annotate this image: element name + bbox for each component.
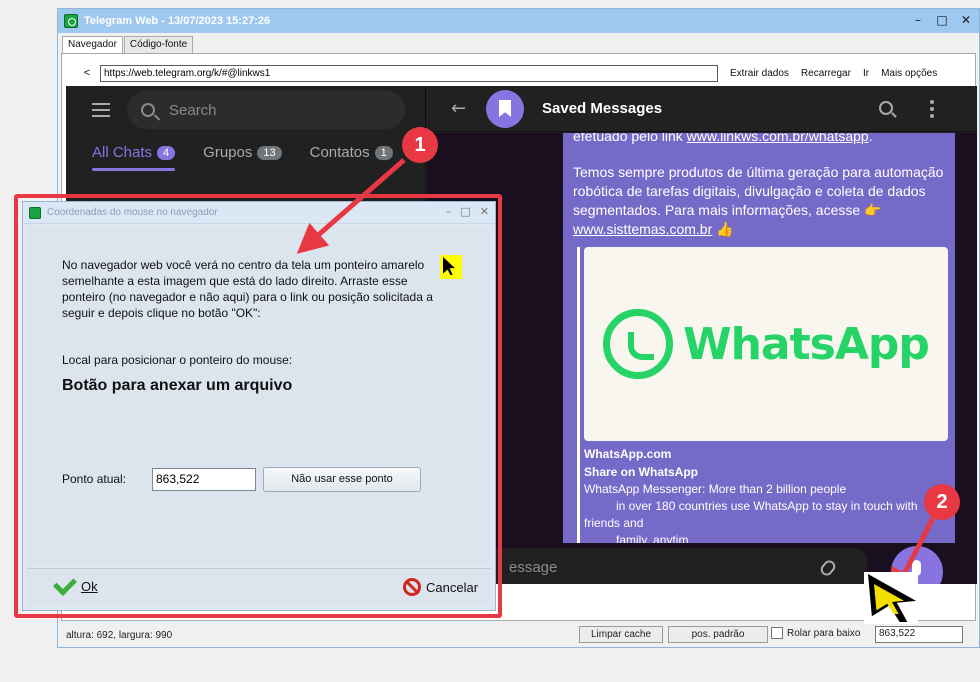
- ok-label: Ok: [81, 579, 98, 594]
- message-text: Temos sempre produtos de última geração …: [573, 164, 944, 218]
- more-options-button[interactable]: Mais opções: [881, 68, 937, 79]
- preview-site: WhatsApp.com: [584, 447, 672, 461]
- back-button[interactable]: <: [76, 67, 98, 79]
- mouse-coordinates-dialog: Coordenadas do mouse no navegador – □ ✕ …: [22, 201, 496, 611]
- message-link[interactable]: www.sisttemas.com.br: [573, 221, 712, 237]
- message-emoji: 👍: [712, 221, 734, 237]
- default-position-button[interactable]: pos. padrão: [668, 626, 768, 643]
- close-button[interactable]: ✕: [959, 13, 973, 27]
- tab-codigo-fonte[interactable]: Código-fonte: [123, 36, 194, 54]
- tab-label: Grupos: [203, 144, 253, 161]
- reload-button[interactable]: Recarregar: [801, 68, 851, 79]
- dialog-body: No navegador web você verá no centro da …: [27, 226, 491, 566]
- message-body: Temos sempre produtos de última geração …: [573, 163, 948, 239]
- preview-title: Share on WhatsApp: [584, 465, 699, 479]
- scroll-down-checkbox[interactable]: [771, 627, 783, 639]
- tab-all-chats[interactable]: All Chats 4: [92, 144, 176, 171]
- dialog-title: Coordenadas do mouse no navegador: [47, 207, 218, 218]
- dimensions-text: altura: 692, largura: 990: [66, 629, 173, 641]
- dont-use-point-button[interactable]: Não usar esse ponto: [263, 467, 421, 492]
- maximize-button[interactable]: □: [935, 13, 949, 27]
- preview-description: friends and: [584, 516, 644, 530]
- yellow-mouse-pointer-icon[interactable]: [864, 572, 918, 624]
- paperclip-icon[interactable]: [818, 558, 838, 578]
- cancel-icon: [403, 578, 421, 596]
- preview-description: in over 180 countries use WhatsApp to st…: [616, 499, 918, 513]
- close-button[interactable]: ✕: [480, 205, 489, 218]
- cancel-button[interactable]: Cancelar: [403, 578, 478, 596]
- minimize-button[interactable]: –: [446, 205, 452, 218]
- chat-header: ← Saved Messages: [427, 86, 977, 132]
- tab-label: All Chats: [92, 144, 153, 161]
- minimize-button[interactable]: –: [911, 13, 925, 27]
- current-point-input[interactable]: 863,522: [152, 468, 256, 491]
- step-marker-2: 2: [924, 484, 960, 520]
- window-title: Telegram Web - 13/07/2023 15:27:26: [84, 15, 271, 27]
- go-button[interactable]: Ir: [863, 68, 869, 79]
- chat-folder-tabs: All Chats 4 Grupos 13 Contatos 1: [92, 144, 393, 171]
- tab-label: Contatos: [309, 144, 370, 161]
- preview-image[interactable]: WhatsApp: [584, 247, 948, 441]
- scroll-down-label: Rolar para baixo: [787, 627, 861, 639]
- tab-contatos[interactable]: Contatos 1: [310, 144, 393, 171]
- app-logo-icon: [64, 14, 78, 28]
- search-box[interactable]: Search: [127, 91, 405, 129]
- scroll-down-toggle[interactable]: Rolar para baixo: [771, 627, 860, 639]
- composer-placeholder: essage: [509, 559, 558, 576]
- dialog-instructions: No navegador web você verá no centro da …: [62, 258, 433, 320]
- message-text: efetuado pelo link: [573, 133, 687, 144]
- url-input[interactable]: [100, 64, 718, 82]
- step-marker-1: 1: [402, 127, 438, 163]
- search-icon: [141, 103, 155, 117]
- search-placeholder: Search: [169, 101, 217, 119]
- extract-data-button[interactable]: Extrair dados: [730, 68, 789, 79]
- cancel-label: Cancelar: [426, 579, 479, 595]
- whatsapp-wordmark: WhatsApp: [683, 318, 930, 370]
- whatsapp-logo-icon: [603, 309, 674, 379]
- ok-button[interactable]: Ok: [52, 571, 98, 596]
- maximize-button[interactable]: □: [460, 205, 470, 218]
- more-vertical-icon[interactable]: [930, 100, 934, 121]
- message-top-line: efetuado pelo link www.linkws.com.br/wha…: [573, 133, 953, 146]
- unread-badge: 1: [374, 145, 393, 160]
- tab-strip: Navegador Código-fonte: [62, 36, 194, 54]
- chat-background: efetuado pelo link www.linkws.com.br/wha…: [427, 133, 977, 584]
- window-titlebar: Telegram Web - 13/07/2023 15:27:26 – □ ✕: [58, 9, 979, 33]
- menu-icon[interactable]: [92, 103, 110, 117]
- clear-cache-button[interactable]: Limpar cache: [579, 626, 663, 643]
- yellow-pointer-sample-icon: [440, 255, 462, 279]
- app-logo-icon: [29, 206, 41, 219]
- message-link[interactable]: www.linkws.com.br/whatsapp: [687, 133, 869, 144]
- status-bar: altura: 692, largura: 990 Limpar cache p…: [58, 623, 979, 647]
- search-icon[interactable]: [879, 101, 893, 115]
- chat-title[interactable]: Saved Messages: [542, 100, 662, 117]
- unread-badge: 4: [157, 145, 176, 160]
- current-point-label: Ponto atual:: [62, 472, 127, 486]
- coordinates-field[interactable]: 863,522: [875, 626, 963, 643]
- arrow-left-icon[interactable]: ←: [451, 98, 466, 119]
- link-preview[interactable]: WhatsApp WhatsApp.com Share on WhatsApp …: [577, 247, 948, 543]
- check-icon: [52, 571, 78, 596]
- dialog-titlebar: Coordenadas do mouse no navegador – □ ✕: [23, 202, 495, 224]
- message-text: .: [868, 133, 873, 144]
- dialog-footer: Ok Cancelar: [27, 568, 491, 606]
- unread-badge: 13: [257, 145, 282, 160]
- preview-description: family, anytim: [616, 533, 689, 543]
- target-value: Botão para anexar um arquivo: [62, 377, 293, 394]
- preview-description: WhatsApp Messenger: More than 2 billion …: [584, 482, 847, 496]
- dialog-window-controls: – □ ✕: [446, 205, 489, 218]
- tab-navegador[interactable]: Navegador: [62, 36, 123, 54]
- url-bar: < Extrair dados Recarregar Ir Mais opçõe…: [62, 62, 975, 84]
- message-bubble: efetuado pelo link www.linkws.com.br/wha…: [563, 133, 955, 543]
- tab-grupos[interactable]: Grupos 13: [203, 144, 282, 171]
- window-controls: – □ ✕: [911, 13, 973, 27]
- bookmark-icon[interactable]: [486, 90, 524, 128]
- target-label: Local para posicionar o ponteiro do mous…: [62, 353, 293, 367]
